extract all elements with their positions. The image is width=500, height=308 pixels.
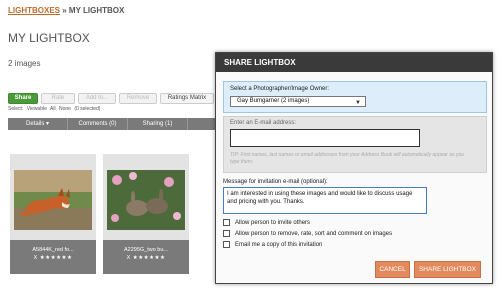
message-label: Message for invitation e-mail (optional)… — [223, 179, 328, 185]
thumbnail-caption: A2295G_two bu... X ★★★★★★ — [103, 240, 189, 274]
image-count: 2 images — [8, 59, 41, 68]
select-viewable-link[interactable]: Viewable — [27, 106, 47, 112]
page-title: MY LIGHTBOX — [8, 31, 90, 45]
thumbnail-filename[interactable]: A5844K_red fo... — [10, 247, 96, 253]
message-textarea[interactable]: I am interested in using these images an… — [223, 187, 427, 214]
remove-button[interactable]: Remove — [119, 93, 157, 104]
breadcrumb-current: MY LIGHTBOX — [68, 6, 125, 15]
invite-others-label: Allow person to invite others — [235, 219, 311, 226]
email-copy-option[interactable]: Email me a copy of this invitation — [223, 241, 322, 248]
tab-details[interactable]: Details ▾ — [8, 118, 68, 130]
email-input[interactable] — [230, 129, 420, 147]
thumbnail-card[interactable]: A5844K_red fo... X ★★★★★★ — [10, 154, 96, 274]
breadcrumb-separator: » — [60, 6, 69, 15]
breadcrumb-link-lightboxes[interactable]: LIGHTBOXES — [8, 6, 60, 15]
owner-select[interactable]: Gay Bumgarner (2 images) ▼ — [230, 96, 366, 107]
selected-count: (0 selected) — [74, 106, 101, 112]
owner-select-value: Gay Bumgarner (2 images) — [237, 98, 310, 104]
thumbnail-filename[interactable]: A2295G_two bu... — [103, 247, 189, 253]
thumbnail-caption: A5844K_red fo... X ★★★★★★ — [10, 240, 96, 274]
breadcrumb: LIGHTBOXES » MY LIGHTBOX — [8, 6, 124, 15]
select-label: Select: — [8, 106, 24, 112]
red-fox-image[interactable] — [14, 170, 92, 230]
invite-others-checkbox[interactable] — [223, 219, 230, 226]
rating-stars[interactable]: X ★★★★★★ — [10, 255, 96, 261]
invite-others-option[interactable]: Allow person to invite others — [223, 219, 310, 226]
rate-button[interactable]: Rate — [41, 93, 75, 104]
thumbnail-card[interactable]: A2295G_two bu... X ★★★★★★ — [103, 154, 189, 274]
lightbox-toolbar: Share Rate Add to... Remove Ratings Matr… — [8, 93, 214, 104]
ratings-matrix-button[interactable]: Ratings Matrix — [160, 93, 214, 104]
share-lightbox-dialog: SHARE LIGHTBOX Select a Photographer/Ima… — [215, 52, 493, 284]
tab-sharing[interactable]: Sharing (1) — [128, 118, 188, 130]
owner-select-label: Select a Photographer/Image Owner: — [230, 86, 330, 92]
remove-rate-option[interactable]: Allow person to remove, rate, sort and c… — [223, 230, 392, 237]
tab-comments[interactable]: Comments (0) — [68, 118, 128, 130]
remove-rate-checkbox[interactable] — [223, 230, 230, 237]
select-none-link[interactable]: None — [59, 106, 71, 112]
select-all-link[interactable]: All — [50, 106, 56, 112]
two-bunnies-image[interactable] — [107, 170, 185, 230]
email-copy-checkbox[interactable] — [223, 241, 230, 248]
remove-rate-label: Allow person to remove, rate, sort and c… — [235, 230, 393, 237]
select-row: Select: Viewable All None (0 selected) — [8, 106, 102, 112]
share-lightbox-button[interactable]: SHARE LIGHTBOX — [414, 261, 481, 278]
cancel-button[interactable]: CANCEL — [375, 261, 410, 278]
owner-select-section: Select a Photographer/Image Owner: Gay B… — [223, 81, 487, 113]
chevron-down-icon: ▼ — [355, 100, 361, 106]
email-section: Enter an E-mail address: TIP: First name… — [223, 116, 487, 173]
email-copy-label: Email me a copy of this invitation — [235, 241, 323, 248]
lightbox-tabs: Details ▾ Comments (0) Sharing (1) — [8, 118, 218, 130]
add-to-button[interactable]: Add to... — [78, 93, 116, 104]
dialog-title: SHARE LIGHTBOX — [216, 53, 492, 72]
share-button[interactable]: Share — [8, 93, 38, 104]
email-hint: TIP: First names, last names or email ad… — [230, 152, 465, 165]
email-label: Enter an E-mail address: — [230, 120, 297, 126]
rating-stars[interactable]: X ★★★★★★ — [103, 255, 189, 261]
